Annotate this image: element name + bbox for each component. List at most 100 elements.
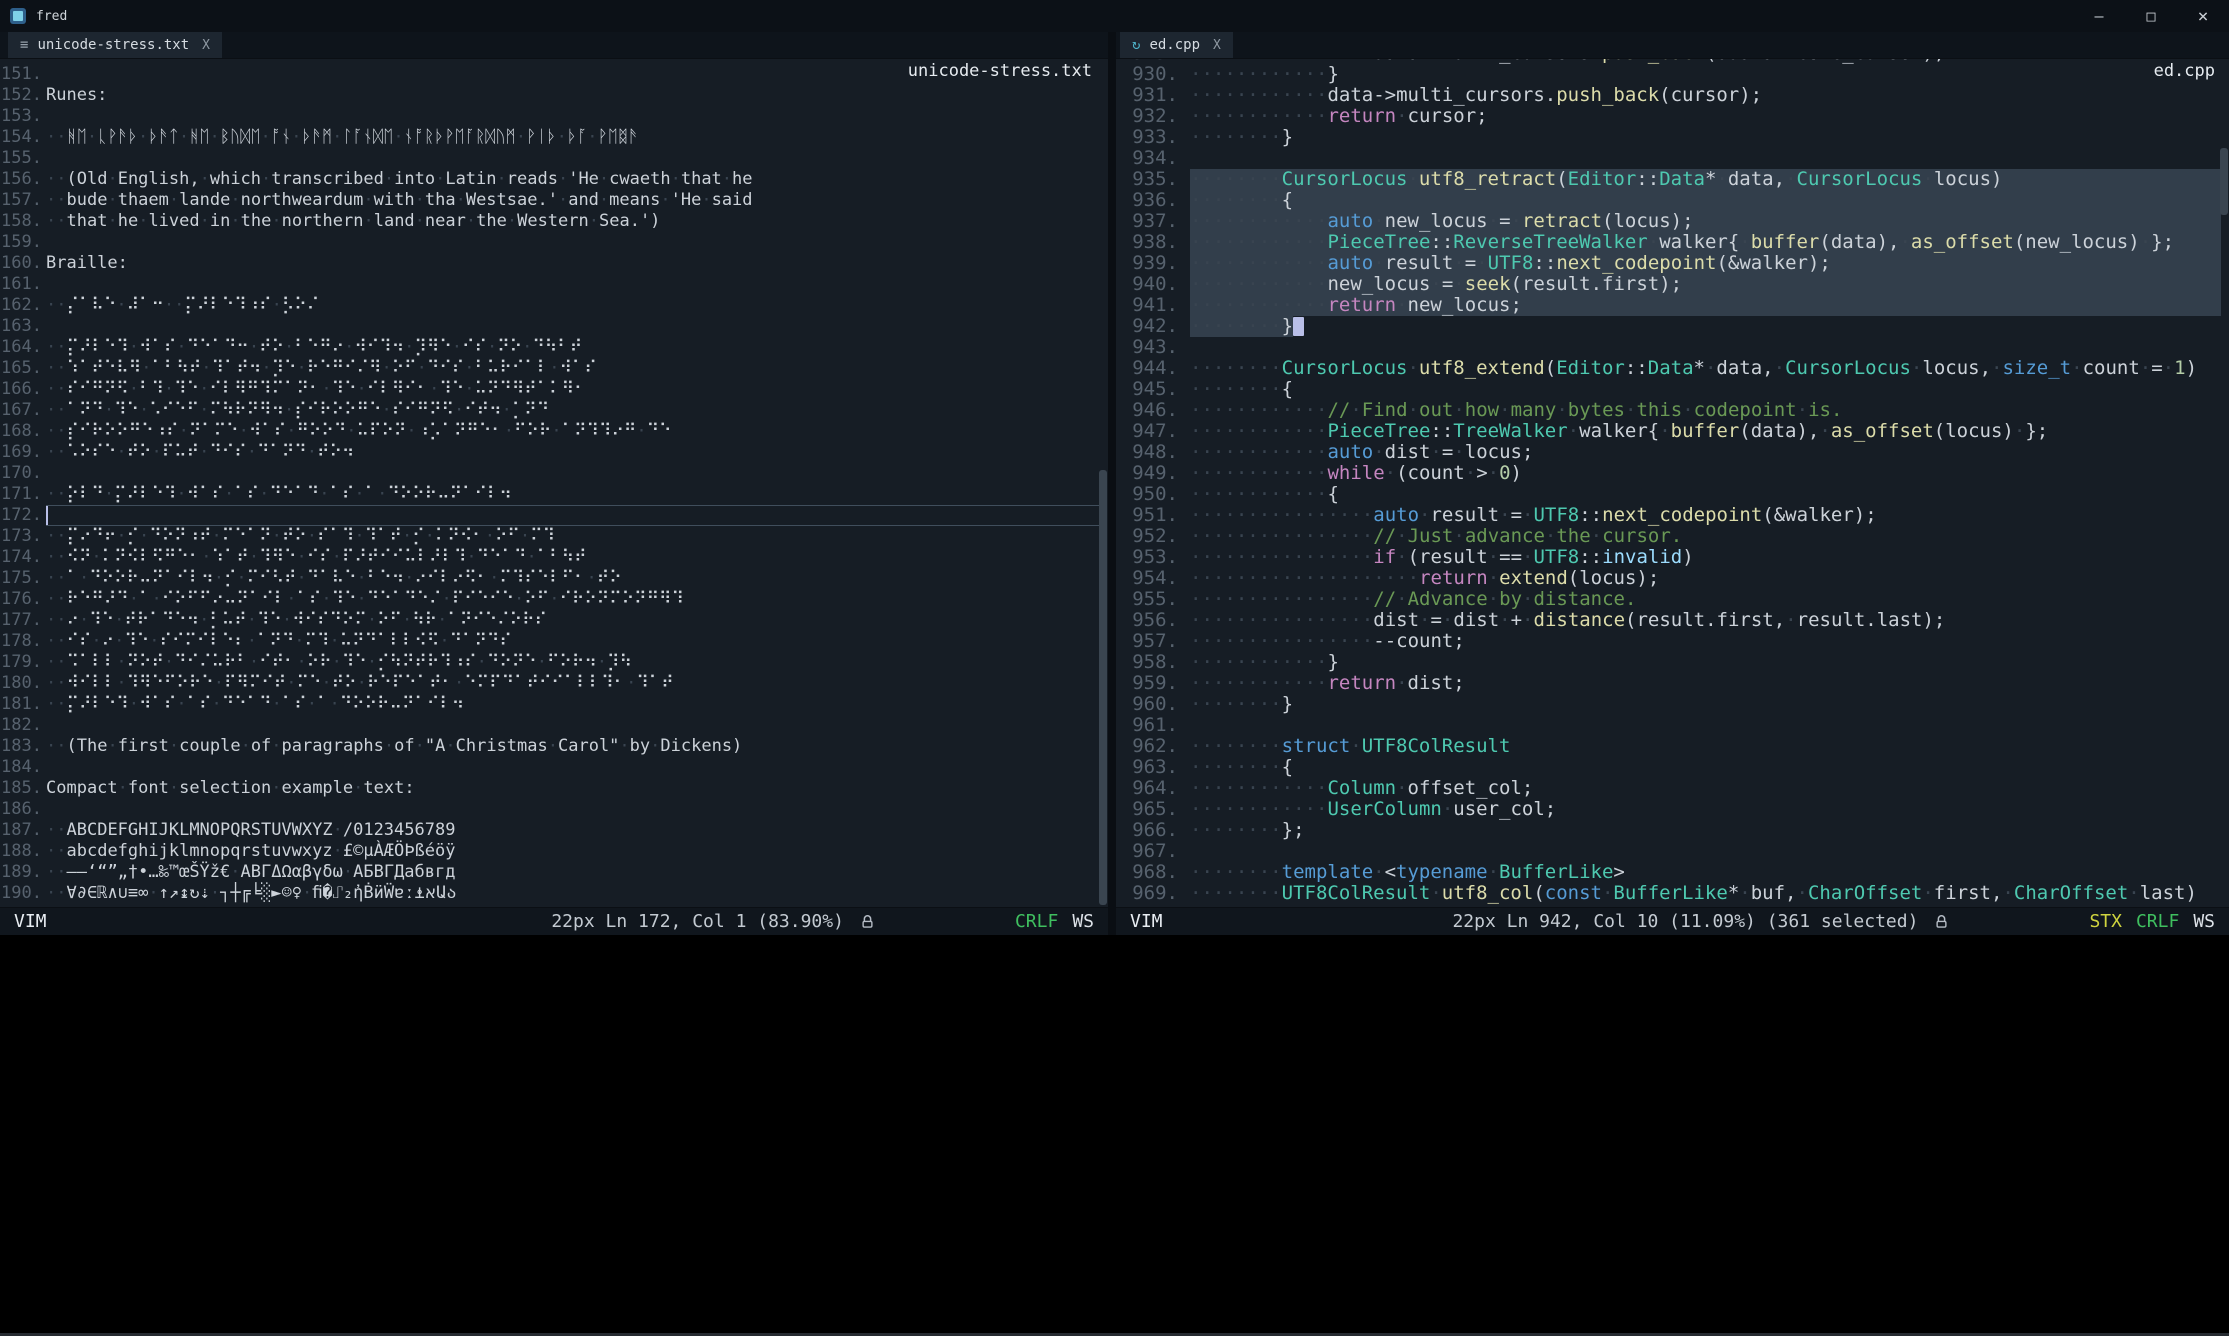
- code-line[interactable]: 164.··⡍⠜⠇⠑⠹·⠺⠁⠎·⠙⠑⠁⠙⠒·⠞⠕·⠃⠑⠛⠔·⠺⠊⠹⠲·⡹⠻⠑·⠊…: [0, 337, 1100, 358]
- code-line[interactable]: 965.············UserColumn·user_col;: [1116, 799, 2221, 820]
- code-line[interactable]: 957.················--count;: [1116, 631, 2221, 652]
- code-line[interactable]: 950.············{: [1116, 484, 2221, 505]
- left-scrollbar-thumb[interactable]: [1099, 470, 1107, 905]
- tab-unicode-stress-txt[interactable]: ≡ unicode-stress.txt X: [8, 32, 222, 58]
- code-line[interactable]: 968.········template·<typename·BufferLik…: [1116, 862, 2221, 883]
- code-line[interactable]: 160.Braille:: [0, 253, 1100, 274]
- pane-splitter[interactable]: [1108, 32, 1116, 935]
- code-line[interactable]: 956.················dist·=·dist·+·distan…: [1116, 610, 2221, 631]
- code-line[interactable]: 173.··⡍⠔⠙⠖·⡊·⠙⠕⠝⠰⠞·⠍⠑⠁⠝·⠞⠕·⠎⠁⠹·⠹⠁⠞·⡊·⠅⠝⠪…: [0, 526, 1100, 547]
- right-editor-area[interactable]: 929.················data->multi_cursors.…: [1116, 59, 2229, 907]
- code-line[interactable]: 155.: [0, 148, 1100, 169]
- code-line[interactable]: 962.········struct·UTF8ColResult: [1116, 736, 2221, 757]
- code-line[interactable]: 184.: [0, 757, 1100, 778]
- lock-icon[interactable]: [860, 914, 875, 930]
- code-line[interactable]: 174.··⠪⠝·⠅⠝⠪⠇⠫⠛⠑⠂·⠱⠁⠞·⠹⠻⠑·⠊⠎·⠏⠜⠞⠊⠊⠥⠇⠜⠇⠹·…: [0, 547, 1100, 568]
- code-line[interactable]: 932.············return·cursor;: [1116, 106, 2221, 127]
- code-line[interactable]: 954.····················return·extend(lo…: [1116, 568, 2221, 589]
- code-line[interactable]: 161.: [0, 274, 1100, 295]
- encoding-indicator[interactable]: STX: [2089, 911, 2122, 932]
- code-line[interactable]: 156.··(Old·English,·which·transcribed·in…: [0, 169, 1100, 190]
- code-line[interactable]: 176.··⠗⠑⠛⠜⠙·⠁·⠊⠕⠋⠋⠔⠤⠝⠁⠊⠇·⠁⠎·⠹⠑·⠙⠑⠁⠙⠑⠌·⠏⠊…: [0, 589, 1100, 610]
- code-line[interactable]: 969.········UTF8ColResult·utf8_col(const…: [1116, 883, 2221, 904]
- code-line[interactable]: 182.: [0, 715, 1100, 736]
- code-line[interactable]: 186.: [0, 799, 1100, 820]
- code-line[interactable]: 152.Runes:: [0, 85, 1100, 106]
- tab-close-button[interactable]: X: [202, 38, 210, 53]
- code-line[interactable]: 177.··⠔·⠹⠑·⠞⠗⠁⠙⠑⠲·⡃⠥⠞·⠹⠑·⠺⠊⠎⠙⠕⠍·⠕⠋·⠳⠗·⠁⠝…: [0, 610, 1100, 631]
- code-line[interactable]: 157.··bude·thaem·lande·northweardum·with…: [0, 190, 1100, 211]
- code-line[interactable]: 955.················//·Advance·by·distan…: [1116, 589, 2221, 610]
- code-line[interactable]: 162.··⡌⠁⠧⠑·⠼⠁⠒··⡍⠜⠇⠑⠹⠰⠎·⡣⠕⠌: [0, 295, 1100, 316]
- code-line[interactable]: 931.············data->multi_cursors.push…: [1116, 85, 2221, 106]
- code-line[interactable]: 933.········}: [1116, 127, 2221, 148]
- code-line[interactable]: 961.: [1116, 715, 2221, 736]
- left-editor-area[interactable]: 150.··ተንጋሎ·ቢተፉ·ተመልሶ·ባፉ።151.152.Runes:153…: [0, 59, 1108, 907]
- code-line[interactable]: 953.················if·(result·==·UTF8::…: [1116, 547, 2221, 568]
- code-line[interactable]: 959.············return·dist;: [1116, 673, 2221, 694]
- code-line[interactable]: 938.············PieceTree::ReverseTreeWa…: [1116, 232, 2221, 253]
- code-line[interactable]: 960.········}: [1116, 694, 2221, 715]
- minimize-button[interactable]: —: [2073, 0, 2125, 32]
- code-line[interactable]: 168.··⡎⠊⠗⠕⠕⠛⠑⠰⠎·⠝⠁⠍⠑·⠺⠁⠎·⠛⠕⠕⠙·⠥⠏⠕⠝·⠰⡡⠁⠝⠛…: [0, 421, 1100, 442]
- code-line[interactable]: 169.··⠡⠕⠎⠑·⠞⠕·⠏⠥⠞·⠙⠊⠎·⠙⠁⠝⠙·⠞⠕⠲: [0, 442, 1100, 463]
- code-line[interactable]: 178.··⠊⠎·⠔·⠹⠑·⠎⠊⠍⠊⠇⠑⠆·⠁⠝⠙·⠍⠹·⠥⠝⠙⠁⠇⠇⠪⠫·⠙⠁…: [0, 631, 1100, 652]
- code-line[interactable]: 158.··that·he·lived·in·the·northern·land…: [0, 211, 1100, 232]
- code-line[interactable]: 942.········}: [1116, 316, 2221, 337]
- code-line[interactable]: 944.········CursorLocus·utf8_extend(Edit…: [1116, 358, 2221, 379]
- code-line[interactable]: 172.: [0, 505, 1100, 526]
- code-line[interactable]: 936.········{: [1116, 190, 2221, 211]
- code-line[interactable]: 159.: [0, 232, 1100, 253]
- right-scrollbar-thumb[interactable]: [2220, 148, 2228, 215]
- code-line[interactable]: 166.··⠎⠊⠛⠝⠫·⠃⠹·⠹⠑·⠊⠇⠻⠛⠹⠍⠁⠝⠂·⠹⠑·⠊⠇⠻⠊⠂·⠹⠑·…: [0, 379, 1100, 400]
- code-line[interactable]: 952.················//·Just·advance·the·…: [1116, 526, 2221, 547]
- maximize-button[interactable]: □: [2125, 0, 2177, 32]
- code-line[interactable]: 964.············Column·offset_col;: [1116, 778, 2221, 799]
- code-line[interactable]: 188.··abcdefghijklmnopqrstuvwxyz·£©µÀÆÖÞ…: [0, 841, 1100, 862]
- code-line[interactable]: 951.················auto·result·=·UTF8::…: [1116, 505, 2221, 526]
- tab-ed-cpp[interactable]: ↻ ed.cpp X: [1120, 32, 1233, 58]
- code-line[interactable]: 154.··ᚻᛖ·ᚳᚹᚫᚦ·ᚦᚫᛏ·ᚻᛖ·ᛒᚢᛞᛖ·ᚩᚾ·ᚦᚫᛗ·ᛚᚪᚾᛞᛖ·ᚾ…: [0, 127, 1100, 148]
- tab-close-button[interactable]: X: [1213, 38, 1221, 53]
- code-line[interactable]: 948.············auto·dist·=·locus;: [1116, 442, 2221, 463]
- line-ending-indicator[interactable]: CRLF: [1015, 911, 1058, 932]
- code-line[interactable]: 180.··⠺⠊⠇⠇·⠹⠻⠑⠋⠕⠗⠑·⠏⠻⠍⠊⠞·⠍⠑·⠞⠕·⠗⠑⠏⠑⠁⠞⠂·⠑…: [0, 673, 1100, 694]
- code-line[interactable]: 185.Compact·font·selection·example·text:: [0, 778, 1100, 799]
- code-line[interactable]: 937.············auto·new_locus·=·retract…: [1116, 211, 2221, 232]
- code-line[interactable]: 167.··⠁⠝⠙·⠹⠑·⠡⠊⠑⠋·⠍⠳⠗⠝⠻⠲·⡎⠊⠗⠕⠕⠛⠑·⠎⠊⠛⠝⠫·⠊…: [0, 400, 1100, 421]
- code-line[interactable]: 930.············}: [1116, 64, 2221, 85]
- code-line[interactable]: 949.············while·(count·>·0): [1116, 463, 2221, 484]
- code-line[interactable]: 934.: [1116, 148, 2221, 169]
- code-line[interactable]: 958.············}: [1116, 652, 2221, 673]
- lock-icon[interactable]: [1934, 914, 1949, 930]
- code-line[interactable]: 946.············//·Find·out·how·many·byt…: [1116, 400, 2221, 421]
- whitespace-dot: ·: [46, 736, 56, 756]
- line-ending-indicator[interactable]: CRLF: [2136, 911, 2179, 932]
- whitespace-indicator[interactable]: WS: [2193, 911, 2215, 932]
- code-line[interactable]: 966.········};: [1116, 820, 2221, 841]
- code-line[interactable]: 940.············new_locus·=·seek(result.…: [1116, 274, 2221, 295]
- code-line[interactable]: 181.··⡍⠜⠇⠑⠹·⠺⠁⠎·⠁⠎·⠙⠑⠁⠙·⠁⠎·⠁·⠙⠕⠕⠗⠤⠝⠁⠊⠇⠲: [0, 694, 1100, 715]
- code-line[interactable]: 153.: [0, 106, 1100, 127]
- close-button[interactable]: ×: [2177, 0, 2229, 32]
- code-line[interactable]: 190.··∀∂∈ℝ∧∪≡∞·↑↗↨↻⇣·┐┼╔╘░►☺♀·ﬁ�⑀₂ἠḂӥẄɐː…: [0, 883, 1100, 904]
- code-line[interactable]: 967.: [1116, 841, 2221, 862]
- code-line[interactable]: 187.··ABCDEFGHIJKLMNOPQRSTUVWXYZ·/012345…: [0, 820, 1100, 841]
- code-line[interactable]: 945.········{: [1116, 379, 2221, 400]
- code-line[interactable]: 947.············PieceTree::TreeWalker·wa…: [1116, 421, 2221, 442]
- whitespace-indicator[interactable]: WS: [1072, 911, 1094, 932]
- code-line[interactable]: 163.: [0, 316, 1100, 337]
- code-line[interactable]: 170.: [0, 463, 1100, 484]
- whitespace-dot: ·: [1224, 357, 1235, 379]
- code-line[interactable]: 165.··⠱⠁⠞⠑⠧⠻·⠁⠃⠳⠞·⠹⠁⠞⠲·⡹⠑·⠗⠑⠛⠊⠌⠻·⠕⠋·⠙⠊⠎·…: [0, 358, 1100, 379]
- code-line[interactable]: 175.··⠁·⠙⠕⠕⠗⠤⠝⠁⠊⠇⠲·⡊·⠍⠊⠣⠞·⠙⠁⠧⠑·⠃⠑⠲·⠔⠊⠇⠔⠫…: [0, 568, 1100, 589]
- code-line[interactable]: 189.··–—‘“”„†•…‰™œŠŸž€·ΑΒΓΔΩαβγδω·АБВГДа…: [0, 862, 1100, 883]
- code-line[interactable]: 939.············auto·result·=·UTF8::next…: [1116, 253, 2221, 274]
- code-line[interactable]: 179.··⠩⠁⠇⠇·⠝⠕⠞·⠙⠊⠌⠥⠗⠃·⠊⠞⠂·⠕⠗·⠹⠑·⡊⠳⠝⠞⠗⠹⠰⠎…: [0, 652, 1100, 673]
- code-line[interactable]: 935.········CursorLocus·utf8_retract(Edi…: [1116, 169, 2221, 190]
- code-line[interactable]: 171.··⡕⠇⠙·⡍⠜⠇⠑⠹·⠺⠁⠎·⠁⠎·⠙⠑⠁⠙·⠁⠎·⠁·⠙⠕⠕⠗⠤⠝⠁…: [0, 484, 1100, 505]
- code-line[interactable]: 963.········{: [1116, 757, 2221, 778]
- code-line[interactable]: 941.············return·new_locus;: [1116, 295, 2221, 316]
- code-line[interactable]: 943.: [1116, 337, 2221, 358]
- code-line[interactable]: 183.··(The·first·couple·of·paragraphs·of…: [0, 736, 1100, 757]
